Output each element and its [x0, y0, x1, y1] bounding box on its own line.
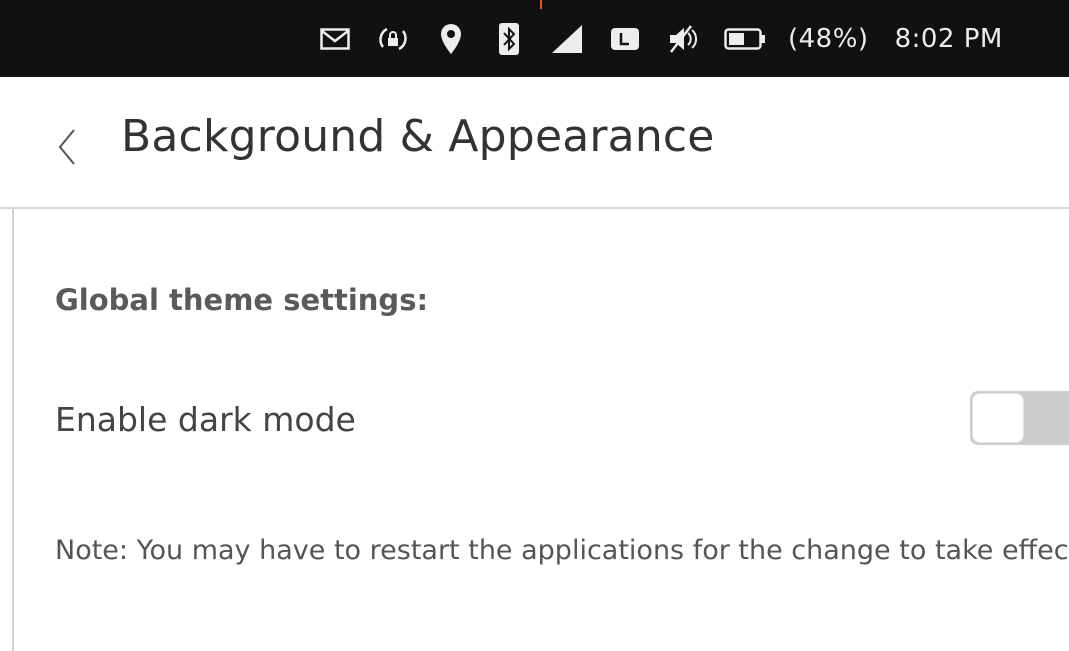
- chevron-left-icon: [58, 129, 75, 165]
- battery-percent: (48%): [788, 23, 869, 54]
- back-button[interactable]: [56, 117, 100, 177]
- cellular-signal-icon[interactable]: [550, 22, 584, 56]
- status-bar[interactable]: (48%) 8:02 PM: [0, 0, 1069, 77]
- location-pin-icon[interactable]: [434, 22, 468, 56]
- bluetooth-icon[interactable]: [492, 22, 526, 56]
- screen: (48%) 8:02 PM Background & Appearance Gl…: [0, 0, 1069, 651]
- volume-muted-icon[interactable]: [666, 22, 700, 56]
- clock[interactable]: 8:02 PM: [895, 24, 1003, 54]
- toggle-knob: [973, 394, 1023, 442]
- rotation-lock-icon[interactable]: [376, 22, 410, 56]
- envelope-icon[interactable]: [318, 22, 352, 56]
- dark-mode-row[interactable]: Enable dark mode: [0, 378, 1069, 462]
- page-header: Background & Appearance: [0, 77, 1069, 209]
- lte-icon[interactable]: [608, 22, 642, 56]
- status-icons: (48%) 8:02 PM: [318, 0, 1003, 77]
- dark-mode-label: Enable dark mode: [55, 400, 356, 439]
- dark-mode-toggle[interactable]: [970, 391, 1069, 445]
- restart-note: Note: You may have to restart the applic…: [55, 535, 1069, 566]
- section-heading: Global theme settings:: [55, 283, 429, 317]
- page-title: Background & Appearance: [121, 111, 715, 162]
- battery-icon[interactable]: [724, 22, 766, 56]
